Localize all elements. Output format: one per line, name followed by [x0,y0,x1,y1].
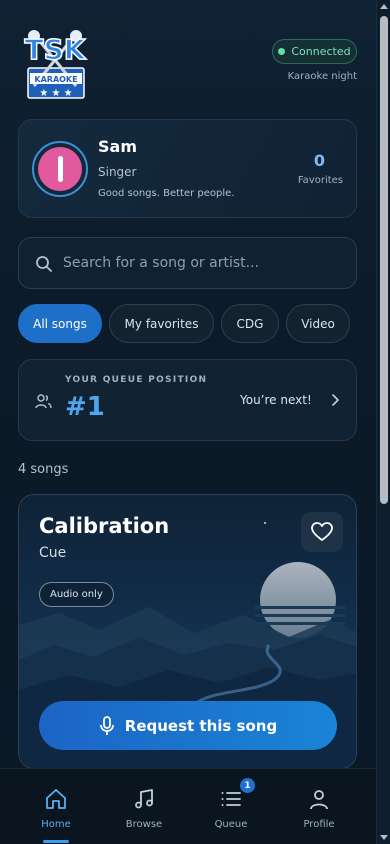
nav-label: Home [41,819,71,830]
queue-message: You’re next! [240,393,312,407]
scrollbar[interactable] [376,0,390,844]
search-input[interactable] [63,238,343,288]
queue-position-card[interactable]: YOUR QUEUE POSITION #1 You’re next! [18,359,357,441]
status-dot-icon [278,48,286,55]
connection-status-badge: Connected [272,39,357,64]
search-icon [36,256,52,272]
microphone-icon [99,715,114,735]
scroll-down-icon[interactable] [380,835,388,840]
profile-card[interactable]: Sam Singer Good songs. Better people. 0 … [18,119,357,218]
nav-label: Browse [125,819,163,830]
svg-text:★ ★ ★: ★ ★ ★ [39,88,72,99]
request-song-button[interactable]: Request this song [39,701,337,750]
tsk-karaoke-logo: TSK KARAOKE ★ ★ ★ [24,30,88,99]
chevron-right-icon [332,394,339,406]
people-icon [35,394,52,409]
scroll-up-icon[interactable] [380,4,388,9]
filter-label: All songs [33,316,87,331]
avatar-initial-icon [38,147,82,191]
nav-label: Profile [303,819,335,830]
avatar [32,141,88,197]
song-artist: Cue [39,545,67,561]
bottom-nav: Home Browse Queue Profile 1 [0,768,376,844]
filter-label: My favorites [124,316,199,331]
nav-queue[interactable]: Queue [187,769,275,844]
filter-cdg[interactable]: CDG [221,304,279,343]
filter-label: Video [301,316,335,331]
heart-icon [311,522,333,541]
music-note-icon [135,789,153,809]
media-type-badge: Audio only [39,582,114,607]
filter-label: CDG [236,316,264,331]
home-icon [46,789,66,809]
scrollbar-thumb[interactable] [380,16,388,504]
nav-label: Queue [214,819,248,830]
search-box[interactable] [18,237,357,289]
person-icon [310,790,328,810]
status-label: Connected [291,45,351,58]
favorites-count: 0 [313,151,325,170]
user-tagline: Good songs. Better people. [98,188,235,199]
song-card[interactable]: Calibration Cue Audio only Request this … [18,494,357,769]
favorites-label: Favorites [297,175,343,186]
svg-text:TSK: TSK [25,33,87,66]
nav-profile[interactable]: Profile [275,769,363,844]
nav-browse[interactable]: Browse [100,769,188,844]
nav-active-indicator [43,840,69,843]
filter-video[interactable]: Video [286,304,350,343]
list-icon [221,792,241,806]
song-title: Calibration [39,514,170,538]
queue-count-badge: 1 [240,778,255,793]
filter-all-songs[interactable]: All songs [18,304,102,343]
app-root: TSK KARAOKE ★ ★ ★ Connected Karaoke nigh… [0,0,390,844]
event-name: Karaoke night [287,71,357,82]
user-role: Singer [98,165,137,179]
svg-text:KARAOKE: KARAOKE [34,75,77,84]
favorite-button[interactable] [301,512,343,552]
nav-home[interactable]: Home [12,769,100,844]
queue-label: YOUR QUEUE POSITION [65,375,208,385]
song-count: 4 songs [18,462,69,477]
queue-position: #1 [65,392,105,422]
filter-my-favorites[interactable]: My favorites [109,304,214,343]
user-name: Sam [98,137,137,156]
request-song-label: Request this song [124,716,278,735]
